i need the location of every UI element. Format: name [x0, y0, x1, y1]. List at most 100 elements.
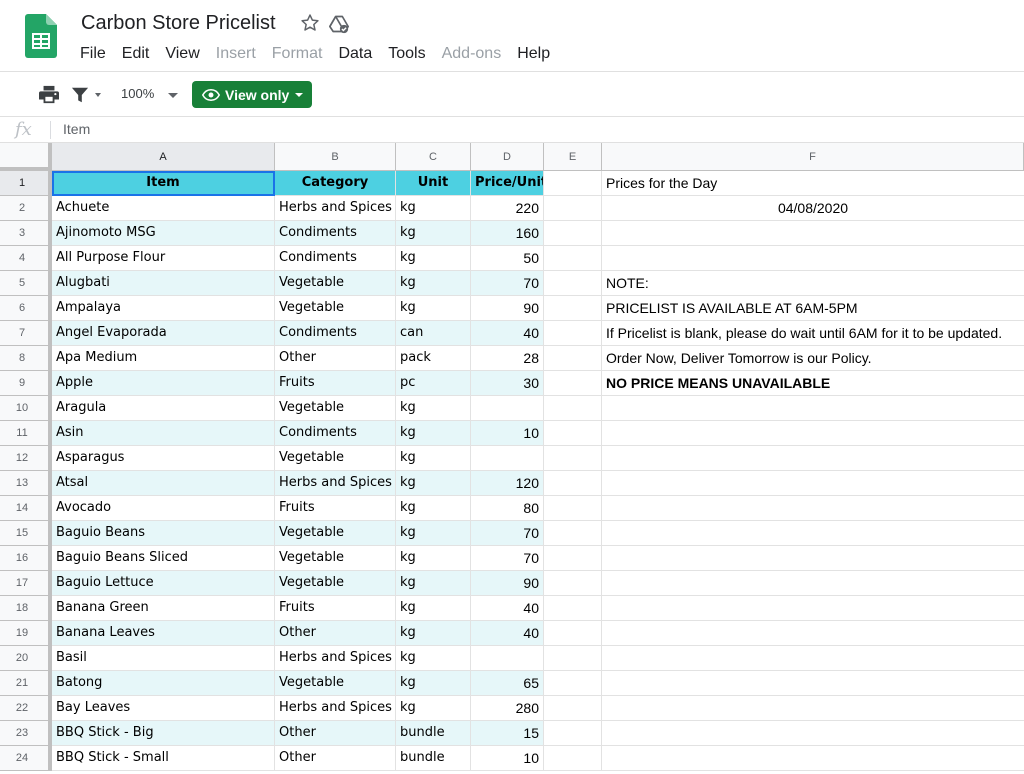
- cell-unit[interactable]: kg: [396, 671, 471, 696]
- cell-empty[interactable]: [544, 621, 602, 646]
- print-icon[interactable]: [38, 85, 60, 105]
- filter-dropdown-caret-icon[interactable]: [95, 93, 101, 97]
- cell-item[interactable]: BBQ Stick - Big: [52, 721, 275, 746]
- cell-unit[interactable]: kg: [396, 546, 471, 571]
- cell-empty[interactable]: [544, 346, 602, 371]
- cell-category[interactable]: Other: [275, 621, 396, 646]
- cell-price[interactable]: 15: [471, 721, 544, 746]
- cell-item[interactable]: Atsal: [52, 471, 275, 496]
- cell-note[interactable]: [602, 421, 1024, 446]
- cell-unit[interactable]: kg: [396, 221, 471, 246]
- cell-empty[interactable]: [544, 196, 602, 221]
- cell-item[interactable]: Apa Medium: [52, 346, 275, 371]
- cell-item[interactable]: Asparagus: [52, 446, 275, 471]
- cell-category[interactable]: Other: [275, 746, 396, 771]
- row-header[interactable]: 2: [0, 196, 52, 221]
- cell-category[interactable]: Vegetable: [275, 446, 396, 471]
- cell-item[interactable]: Item: [52, 171, 275, 196]
- menu-help[interactable]: Help: [517, 44, 550, 64]
- row-header[interactable]: 14: [0, 496, 52, 521]
- cell-category[interactable]: Vegetable: [275, 296, 396, 321]
- cell-category[interactable]: Herbs and Spices: [275, 196, 396, 221]
- cell-price[interactable]: 70: [471, 271, 544, 296]
- cell-empty[interactable]: [544, 646, 602, 671]
- cell-item[interactable]: Baguio Beans: [52, 521, 275, 546]
- cell-category[interactable]: Condiments: [275, 221, 396, 246]
- cell-empty[interactable]: [544, 746, 602, 771]
- cell-category[interactable]: Vegetable: [275, 571, 396, 596]
- cell-category[interactable]: Herbs and Spices: [275, 646, 396, 671]
- cell-note[interactable]: [602, 596, 1024, 621]
- cell-empty[interactable]: [544, 571, 602, 596]
- cell-unit[interactable]: kg: [396, 521, 471, 546]
- cell-category[interactable]: Vegetable: [275, 671, 396, 696]
- row-header[interactable]: 5: [0, 271, 52, 296]
- cell-unit[interactable]: kg: [396, 571, 471, 596]
- cell-price[interactable]: 10: [471, 421, 544, 446]
- row-header[interactable]: 24: [0, 746, 52, 771]
- cell-unit[interactable]: bundle: [396, 746, 471, 771]
- column-header-f[interactable]: F: [602, 143, 1024, 171]
- cell-empty[interactable]: [544, 446, 602, 471]
- cell-price[interactable]: 40: [471, 621, 544, 646]
- row-header[interactable]: 4: [0, 246, 52, 271]
- cell-note[interactable]: PRICELIST IS AVAILABLE AT 6AM-5PM: [602, 296, 1024, 321]
- row-header[interactable]: 19: [0, 621, 52, 646]
- cell-price[interactable]: 220: [471, 196, 544, 221]
- cell-item[interactable]: Achuete: [52, 196, 275, 221]
- cell-price[interactable]: Price/Unit: [471, 171, 544, 196]
- cell-note[interactable]: [602, 571, 1024, 596]
- cell-category[interactable]: Other: [275, 346, 396, 371]
- menu-edit[interactable]: Edit: [122, 44, 150, 64]
- column-header-a[interactable]: A: [52, 143, 275, 171]
- cell-note[interactable]: [602, 521, 1024, 546]
- row-header[interactable]: 21: [0, 671, 52, 696]
- cell-category[interactable]: Herbs and Spices: [275, 696, 396, 721]
- cell-category[interactable]: Fruits: [275, 496, 396, 521]
- drive-status-icon[interactable]: [329, 14, 349, 34]
- cell-item[interactable]: Baguio Lettuce: [52, 571, 275, 596]
- cell-unit[interactable]: kg: [396, 296, 471, 321]
- cell-item[interactable]: Aragula: [52, 396, 275, 421]
- cell-category[interactable]: Fruits: [275, 596, 396, 621]
- document-title[interactable]: Carbon Store Pricelist: [81, 12, 276, 35]
- cell-note[interactable]: [602, 496, 1024, 521]
- cell-price[interactable]: 280: [471, 696, 544, 721]
- cell-price[interactable]: 90: [471, 296, 544, 321]
- cell-note[interactable]: Prices for the Day: [602, 171, 1024, 196]
- cell-note[interactable]: NOTE:: [602, 271, 1024, 296]
- row-header[interactable]: 16: [0, 546, 52, 571]
- row-header[interactable]: 1: [0, 171, 52, 196]
- cell-category[interactable]: Fruits: [275, 371, 396, 396]
- cell-empty[interactable]: [544, 721, 602, 746]
- zoom-select[interactable]: 100%: [121, 86, 154, 101]
- cell-item[interactable]: Apple: [52, 371, 275, 396]
- formula-input[interactable]: Item: [63, 121, 90, 137]
- cell-unit[interactable]: can: [396, 321, 471, 346]
- menu-format[interactable]: Format: [272, 44, 323, 64]
- cell-note[interactable]: [602, 446, 1024, 471]
- cell-unit[interactable]: kg: [396, 396, 471, 421]
- cell-note[interactable]: Order Now, Deliver Tomorrow is our Polic…: [602, 346, 1024, 371]
- cell-unit[interactable]: kg: [396, 471, 471, 496]
- menu-data[interactable]: Data: [338, 44, 372, 64]
- row-header[interactable]: 12: [0, 446, 52, 471]
- cell-unit[interactable]: kg: [396, 446, 471, 471]
- cell-unit[interactable]: kg: [396, 646, 471, 671]
- cell-empty[interactable]: [544, 171, 602, 196]
- cell-empty[interactable]: [544, 221, 602, 246]
- star-icon[interactable]: [300, 13, 320, 33]
- cell-item[interactable]: Basil: [52, 646, 275, 671]
- cell-item[interactable]: All Purpose Flour: [52, 246, 275, 271]
- menu-insert[interactable]: Insert: [216, 44, 256, 64]
- cell-price[interactable]: 50: [471, 246, 544, 271]
- cell-category[interactable]: Vegetable: [275, 271, 396, 296]
- cell-category[interactable]: Vegetable: [275, 396, 396, 421]
- cell-empty[interactable]: [544, 246, 602, 271]
- cell-empty[interactable]: [544, 296, 602, 321]
- cell-price[interactable]: [471, 446, 544, 471]
- row-header[interactable]: 3: [0, 221, 52, 246]
- cell-category[interactable]: Herbs and Spices: [275, 471, 396, 496]
- menu-file[interactable]: File: [80, 44, 106, 64]
- cell-price[interactable]: 70: [471, 546, 544, 571]
